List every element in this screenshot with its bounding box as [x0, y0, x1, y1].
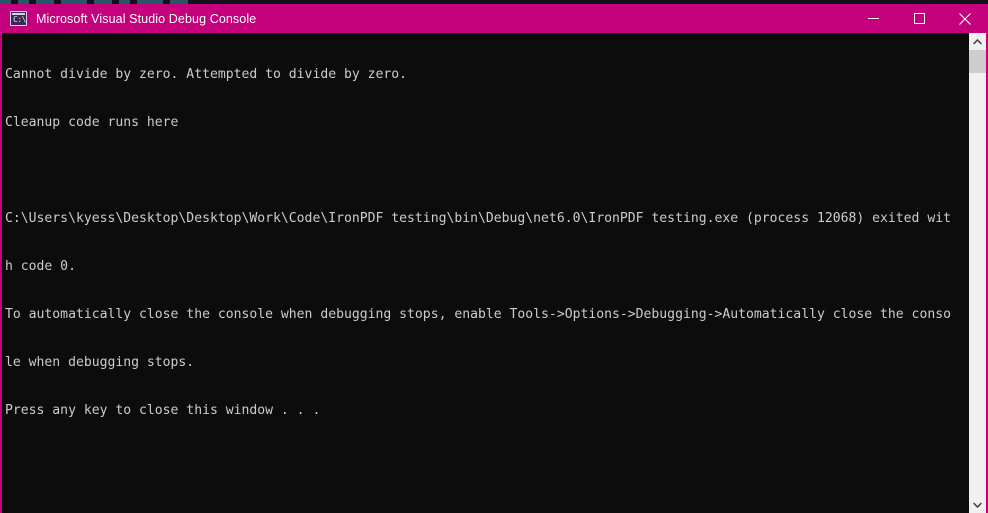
close-button[interactable] [942, 4, 988, 33]
scrollbar-track[interactable] [969, 50, 986, 496]
console-line: Cannot divide by zero. Attempted to divi… [5, 67, 408, 82]
close-icon [959, 12, 971, 25]
console-body: Cannot divide by zero. Attempted to divi… [2, 33, 986, 513]
scrollbar-thumb[interactable] [969, 50, 986, 73]
scroll-up-button[interactable] [969, 33, 986, 50]
maximize-icon [913, 13, 925, 24]
window-title: Microsoft Visual Studio Debug Console [36, 11, 257, 26]
console-line: Press any key to close this window . . . [5, 403, 321, 418]
console-line: Cleanup code runs here [5, 115, 179, 130]
maximize-button[interactable] [896, 4, 942, 33]
chevron-down-icon [973, 501, 982, 508]
title-bar[interactable]: C:\ Microsoft Visual Studio Debug Consol… [0, 4, 988, 33]
console-line: h code 0. [5, 259, 76, 274]
window-controls [850, 4, 988, 33]
console-line: le when debugging stops. [5, 355, 195, 370]
console-window-icon: C:\ [10, 11, 27, 26]
console-line: C:\Users\kyess\Desktop\Desktop\Work\Code… [5, 211, 951, 226]
vertical-scrollbar[interactable] [968, 33, 986, 513]
scroll-down-button[interactable] [969, 496, 986, 513]
title-bar-left: C:\ Microsoft Visual Studio Debug Consol… [0, 11, 850, 26]
debug-console-window: C:\ Microsoft Visual Studio Debug Consol… [0, 4, 988, 513]
minimize-icon [867, 18, 879, 19]
console-line: To automatically close the console when … [5, 307, 951, 322]
chevron-up-icon [973, 38, 982, 45]
console-output[interactable]: Cannot divide by zero. Attempted to divi… [2, 33, 968, 513]
minimize-button[interactable] [850, 4, 896, 33]
console-icon-prompt-text: C:\ [13, 15, 26, 24]
